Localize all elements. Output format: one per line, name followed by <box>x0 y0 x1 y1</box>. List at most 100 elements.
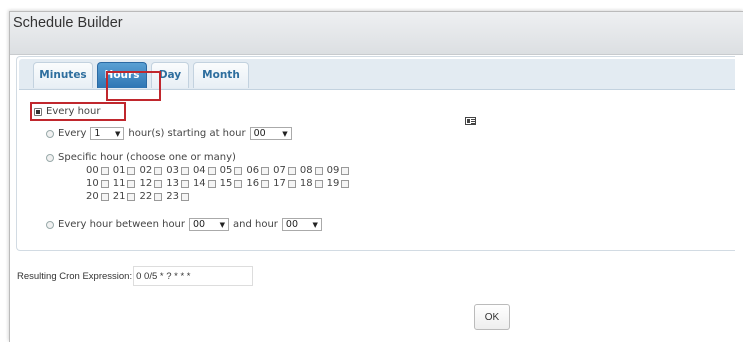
hour-option[interactable]: 12 <box>139 178 166 189</box>
hour-checkbox[interactable] <box>127 192 136 201</box>
hour-checkbox[interactable] <box>341 179 350 188</box>
specific-hour-radio[interactable] <box>46 153 54 162</box>
hour-option[interactable]: 01 <box>113 165 140 176</box>
hour-label: 10 <box>86 178 99 189</box>
hour-checkbox[interactable] <box>100 166 109 175</box>
every-hour-label: Every hour <box>46 106 101 117</box>
tab-strip: Minutes Hours Day Month <box>19 59 735 90</box>
hour-option[interactable]: 08 <box>300 165 327 176</box>
hour-label: 09 <box>326 165 340 176</box>
to-hour-select[interactable]: 00 ▼ <box>281 218 322 231</box>
tab-day[interactable]: Day <box>151 62 189 88</box>
hour-label: 16 <box>246 178 260 189</box>
chevron-down-icon: ▼ <box>115 129 121 138</box>
hour-label: 23 <box>166 191 179 202</box>
from-hour-select[interactable]: 00 ▼ <box>189 218 230 231</box>
hour-option[interactable]: 06 <box>246 165 273 176</box>
hour-checkbox[interactable] <box>154 179 163 188</box>
hour-option[interactable]: 03 <box>166 165 193 176</box>
dialog-title: Schedule Builder <box>13 15 123 31</box>
hour-checkbox[interactable] <box>314 166 323 175</box>
hour-option[interactable]: 15 <box>220 178 247 189</box>
from-hour-select-value: 00 <box>193 219 206 230</box>
option-specific-hour[interactable]: Specific hour (choose one or many) <box>46 152 236 163</box>
option-every-n-hours[interactable]: Every 1 ▼ hour(s) starting at hour 00 ▼ <box>46 127 296 140</box>
hour-checkbox[interactable] <box>180 192 189 201</box>
calendar-icon <box>465 117 476 125</box>
hour-label: 21 <box>112 191 126 202</box>
hour-option[interactable]: 22 <box>139 191 166 202</box>
option-every-hour[interactable]: Every hour <box>34 106 101 117</box>
tab-hours[interactable]: Hours <box>97 62 147 88</box>
hour-label: 20 <box>86 191 99 202</box>
chevron-down-icon: ▼ <box>282 129 288 138</box>
specific-hour-label: Specific hour (choose one or many) <box>58 152 236 163</box>
cron-expression-row: Resulting Cron Expression: 0 0/5 * ? * *… <box>17 266 254 286</box>
hour-option[interactable]: 21 <box>113 191 140 202</box>
hour-label: 02 <box>139 165 153 176</box>
hour-checkbox[interactable] <box>180 166 189 175</box>
hour-option[interactable]: 17 <box>273 178 300 189</box>
hour-option[interactable]: 04 <box>193 165 220 176</box>
hour-checkbox[interactable] <box>180 179 189 188</box>
cron-expression-field[interactable]: 0 0/5 * ? * * * <box>133 266 254 286</box>
hour-option[interactable]: 20 <box>86 191 113 202</box>
hour-checkbox[interactable] <box>341 166 350 175</box>
specific-hours-row-2: 10 11 12 13 14 15 16 17 18 19 <box>86 178 353 189</box>
hour-option[interactable]: 02 <box>139 165 166 176</box>
between-prefix: Every hour between hour <box>58 219 186 230</box>
hour-checkbox[interactable] <box>207 179 216 188</box>
every-hour-radio[interactable] <box>34 107 42 116</box>
every-n-select[interactable]: 1 ▼ <box>90 127 125 140</box>
tab-month[interactable]: Month <box>193 62 249 88</box>
hour-option[interactable]: 05 <box>220 165 247 176</box>
hour-label: 15 <box>219 178 233 189</box>
hour-checkbox[interactable] <box>100 192 109 201</box>
hour-checkbox[interactable] <box>127 179 136 188</box>
hour-label: 01 <box>112 165 126 176</box>
hour-label: 22 <box>139 191 153 202</box>
hour-option[interactable]: 18 <box>300 178 327 189</box>
hour-label: 00 <box>86 165 99 176</box>
hour-option[interactable]: 11 <box>113 178 140 189</box>
hour-option[interactable]: 13 <box>166 178 193 189</box>
tab-minutes[interactable]: Minutes <box>33 62 93 88</box>
hour-checkbox[interactable] <box>261 166 270 175</box>
hour-option[interactable]: 10 <box>86 178 113 189</box>
ok-button[interactable]: OK <box>474 304 510 330</box>
hour-option[interactable]: 07 <box>273 165 300 176</box>
hour-label: 14 <box>192 178 206 189</box>
hour-option[interactable]: 14 <box>193 178 220 189</box>
hour-option[interactable]: 09 <box>327 165 354 176</box>
hour-checkbox[interactable] <box>287 179 296 188</box>
hour-label: 03 <box>166 165 179 176</box>
hour-checkbox[interactable] <box>127 166 136 175</box>
between-radio[interactable] <box>46 220 54 229</box>
chevron-down-icon: ▼ <box>219 220 226 229</box>
option-every-hour-between[interactable]: Every hour between hour 00 ▼ and hour 00 ▼ <box>46 218 326 231</box>
hour-checkbox[interactable] <box>207 166 216 175</box>
every-n-select-value: 1 <box>94 128 101 139</box>
hour-checkbox[interactable] <box>314 179 323 188</box>
hour-checkbox[interactable] <box>154 192 163 201</box>
hour-label: 19 <box>326 178 340 189</box>
specific-hours-row-1: 00 01 02 03 04 05 06 07 08 09 <box>86 165 353 176</box>
hour-option[interactable]: 23 <box>166 191 193 202</box>
hour-checkbox[interactable] <box>287 166 296 175</box>
hour-option[interactable]: 00 <box>86 165 113 176</box>
to-hour-select-value: 00 <box>285 219 299 230</box>
specific-hours-row-3: 20 21 22 23 <box>86 191 193 202</box>
hour-checkbox[interactable] <box>234 166 243 175</box>
hour-checkbox[interactable] <box>154 166 163 175</box>
hour-checkbox[interactable] <box>100 179 109 188</box>
hour-label: 08 <box>299 165 313 176</box>
every-n-hours-radio[interactable] <box>46 129 54 138</box>
hour-label: 06 <box>246 165 260 176</box>
hour-option[interactable]: 19 <box>327 178 354 189</box>
hour-checkbox[interactable] <box>234 179 243 188</box>
hour-label: 13 <box>166 178 179 189</box>
hour-option[interactable]: 16 <box>246 178 273 189</box>
hour-label: 04 <box>192 165 206 176</box>
hour-checkbox[interactable] <box>261 179 270 188</box>
start-hour-select[interactable]: 00 ▼ <box>249 127 292 140</box>
